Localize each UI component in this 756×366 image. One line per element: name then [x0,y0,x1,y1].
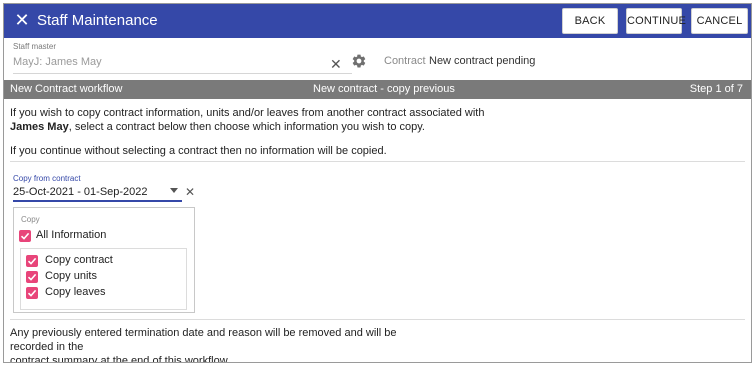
contract-label: Contract [384,55,426,67]
all-information-checkbox[interactable] [19,230,31,242]
chevron-down-icon[interactable] [170,188,178,193]
staff-name: James May [10,121,69,133]
divider [10,161,745,162]
termination-note-line2: contract summary at the end of this work… [10,355,231,363]
termination-note-line1: Any previously entered termination date … [10,327,397,353]
termination-note: Any previously entered termination date … [10,326,440,363]
continue-button[interactable]: CONTINUE [626,8,686,34]
intro-line1: If you wish to copy contract information… [10,107,485,119]
copy-from-label: Copy from contract [13,174,81,183]
all-information-label: All Information [36,229,107,241]
copy-units-checkbox[interactable] [26,271,38,283]
copy-options-group: Copy All Information Copy contract Copy … [13,207,195,313]
divider [10,319,745,320]
check-icon [27,289,37,297]
intro-line2: , select a contract below then choose wh… [68,121,425,133]
check-icon [27,257,37,265]
workflow-name: New Contract workflow [10,83,123,95]
page-title: Staff Maintenance [37,12,158,29]
check-icon [27,273,37,281]
back-button[interactable]: BACK [562,8,618,34]
workflow-step-counter: Step 1 of 7 [689,83,743,95]
copy-leaves-label: Copy leaves [45,286,106,298]
contract-value: New contract pending [429,55,536,67]
cancel-button[interactable]: CANCEL [691,8,748,34]
header-bar: ✕ Staff Maintenance BACK CONTINUE CANCEL [4,4,751,38]
intro-text: If you wish to copy contract information… [10,106,510,134]
staff-master-underline [13,73,352,74]
copy-contract-label: Copy contract [45,254,113,266]
staff-maintenance-dialog: ✕ Staff Maintenance BACK CONTINUE CANCEL… [3,3,752,363]
close-icon[interactable]: ✕ [13,10,31,30]
copy-from-underline [13,200,182,202]
copy-from-select[interactable]: 25-Oct-2021 - 01-Sep-2022 [13,186,148,198]
copy-items-group: Copy contract Copy units Copy leaves [20,248,187,310]
workflow-bar: New Contract workflow New contract - cop… [4,80,751,99]
gear-icon[interactable] [351,53,367,69]
copy-leaves-checkbox[interactable] [26,287,38,299]
copy-legend: Copy [21,215,40,224]
workflow-step-name: New contract - copy previous [313,83,455,95]
staff-master-field[interactable]: MayJ: James May [13,56,102,68]
copy-units-label: Copy units [45,270,97,282]
clear-staff-icon[interactable]: ✕ [330,56,342,73]
intro-note: If you continue without selecting a cont… [10,145,387,157]
copy-contract-checkbox[interactable] [26,255,38,267]
check-icon [20,232,30,240]
clear-contract-icon[interactable]: ✕ [185,185,195,199]
staff-master-label: Staff master [13,42,56,51]
